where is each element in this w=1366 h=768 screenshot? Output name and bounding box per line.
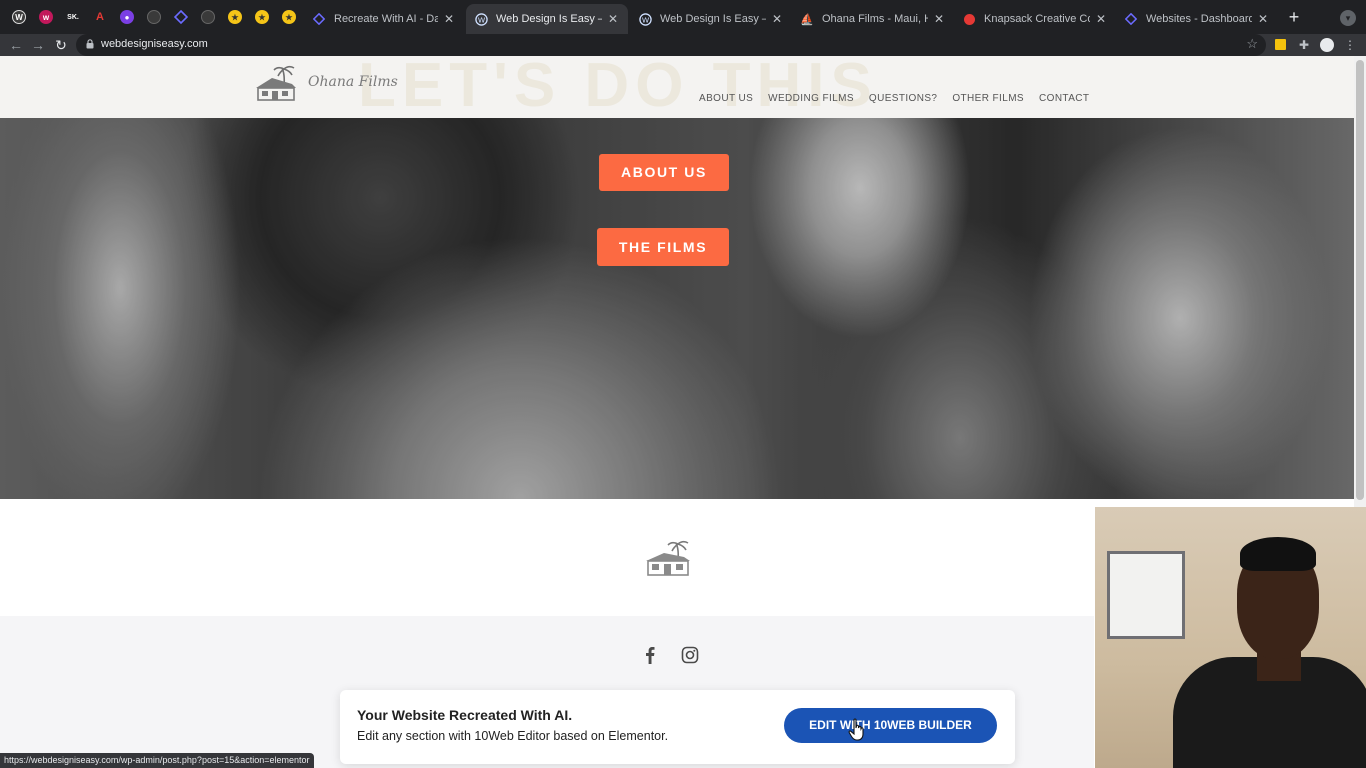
tab-title: Websites - Dashboard	[1146, 13, 1252, 25]
tab-web-design-is-easy[interactable]: W Web Design Is Easy – Just an ✕	[630, 4, 792, 34]
browser-toolbar: ← → ↻ webdesigniseasy.com ☆ ✚ ⋮	[0, 34, 1366, 56]
browser-tab-strip: W w SK. A ● ★ ★ ★ Recreate With AI - Das…	[0, 0, 1366, 34]
wordpress-pinned-tab-icon[interactable]: W	[10, 8, 28, 26]
house-palm-logo-icon	[256, 65, 296, 101]
tab-title: Web Design Is Easy – Just an	[496, 13, 602, 25]
tab-title: Knapsack Creative Co. | Squa	[984, 13, 1090, 25]
back-arrow-icon[interactable]: ←	[6, 35, 26, 55]
the-films-button[interactable]: THE FILMS	[597, 228, 729, 266]
tab-ohana-films[interactable]: ⛵ Ohana Films - Maui, Hawaii W ✕	[792, 4, 954, 34]
nav-item-questions[interactable]: QUESTIONS?	[869, 93, 937, 104]
svg-text:W: W	[641, 15, 649, 24]
page-scrollbar-thumb[interactable]	[1356, 60, 1364, 500]
pinned-tab-adobe-icon[interactable]: A	[91, 8, 109, 26]
reload-icon[interactable]: ↻	[51, 35, 71, 55]
tab-websites-dashboard[interactable]: Websites - Dashboard ✕	[1116, 4, 1278, 34]
webcam-presenter-hair	[1240, 537, 1316, 571]
header-background-headline: LET'S DO THIS	[358, 56, 878, 118]
ohana-films-favicon: ⛵	[800, 13, 814, 26]
pinned-tab-gray-globe-icon[interactable]	[199, 8, 217, 26]
tab-knapsack-creative[interactable]: Knapsack Creative Co. | Squa ✕	[954, 4, 1116, 34]
pinned-tab-red-icon[interactable]: w	[37, 8, 55, 26]
wordpress-icon: W	[474, 12, 488, 26]
pinned-tab-gray-globe-icon[interactable]	[145, 8, 163, 26]
ohana-films-logo[interactable]: Ohana Films	[252, 64, 398, 104]
tab-recreate-with-ai[interactable]: Recreate With AI - Dashboard ✕	[304, 4, 464, 34]
footer-house-palm-logo-icon[interactable]	[644, 539, 692, 579]
about-us-button[interactable]: ABOUT US	[599, 154, 729, 191]
footer-logo-section	[0, 499, 1094, 616]
ai-recreate-promo-card: Your Website Recreated With AI. Edit any…	[340, 690, 1015, 764]
nav-item-wedding-films[interactable]: WEDDING FILMS	[768, 93, 854, 104]
pinned-tab-sk-icon[interactable]: SK.	[64, 8, 82, 26]
tab-title: Ohana Films - Maui, Hawaii W	[822, 13, 928, 25]
promo-subtitle: Edit any section with 10Web Editor based…	[357, 729, 669, 743]
tab-title: Recreate With AI - Dashboard	[334, 13, 438, 25]
pinned-tab-sk-label: SK.	[67, 13, 79, 21]
pinned-tab-tenweb-icon[interactable]	[172, 8, 190, 26]
pinned-tab-purple-icon[interactable]: ●	[118, 8, 136, 26]
tab-search-chevron-icon[interactable]: ▾	[1340, 10, 1356, 26]
webcam-video-overlay	[1095, 507, 1366, 768]
pinned-tab-star-badge-icon[interactable]: ★	[280, 8, 298, 26]
webcam-whiteboard	[1107, 551, 1185, 639]
address-bar[interactable]: webdesigniseasy.com ☆	[76, 34, 1266, 56]
facebook-icon[interactable]	[641, 646, 659, 664]
hand-pointer-cursor-icon	[848, 718, 864, 741]
address-bar-url: webdesigniseasy.com	[101, 38, 208, 50]
new-tab-plus-icon[interactable]: +	[1284, 7, 1304, 27]
tab-web-design-is-easy-active[interactable]: W Web Design Is Easy – Just an ✕	[466, 4, 628, 34]
close-tab-icon[interactable]: ✕	[442, 12, 456, 26]
tenweb-diamond-icon	[1124, 12, 1138, 26]
browser-status-link-preview: https://webdesigniseasy.com/wp-admin/pos…	[0, 753, 314, 768]
hero-photo-section: ABOUT US THE FILMS	[0, 118, 1354, 499]
browser-menu-kebab-icon[interactable]: ⋮	[1342, 37, 1358, 53]
nav-item-about-us[interactable]: ABOUT US	[699, 93, 753, 104]
svg-text:W: W	[477, 15, 485, 24]
close-tab-icon[interactable]: ✕	[932, 12, 946, 26]
tenweb-diamond-icon	[312, 12, 326, 26]
logo-wordmark: Ohana Films	[308, 74, 398, 90]
close-tab-icon[interactable]: ✕	[606, 12, 620, 26]
pinned-tab-star-badge-icon[interactable]: ★	[226, 8, 244, 26]
close-tab-icon[interactable]: ✕	[1256, 12, 1270, 26]
edit-with-10web-builder-button[interactable]: EDIT WITH 10WEB BUILDER	[784, 708, 997, 743]
main-navigation: ABOUT US WEDDING FILMS QUESTIONS? OTHER …	[699, 93, 1104, 104]
nav-item-other-films[interactable]: OTHER FILMS	[952, 93, 1024, 104]
extensions-puzzle-icon[interactable]: ✚	[1296, 37, 1312, 53]
close-tab-icon[interactable]: ✕	[770, 12, 784, 26]
pinned-tab-star-badge-icon[interactable]: ★	[253, 8, 271, 26]
bookmark-star-icon[interactable]: ☆	[1246, 36, 1258, 52]
wordpress-icon: W	[638, 12, 652, 26]
extension-sticky-note-icon[interactable]	[1273, 37, 1289, 53]
knapsack-favicon	[962, 12, 976, 26]
tab-title: Web Design Is Easy – Just an	[660, 13, 766, 25]
lock-icon	[86, 39, 94, 49]
site-header: LET'S DO THIS Ohana Films ABOUT US WEDDI…	[0, 56, 1354, 118]
promo-title: Your Website Recreated With AI.	[357, 707, 573, 723]
instagram-icon[interactable]	[681, 646, 699, 664]
forward-arrow-icon[interactable]: →	[28, 35, 48, 55]
close-tab-icon[interactable]: ✕	[1094, 12, 1108, 26]
profile-avatar-icon[interactable]	[1319, 37, 1335, 53]
nav-item-contact[interactable]: CONTACT	[1039, 93, 1089, 104]
